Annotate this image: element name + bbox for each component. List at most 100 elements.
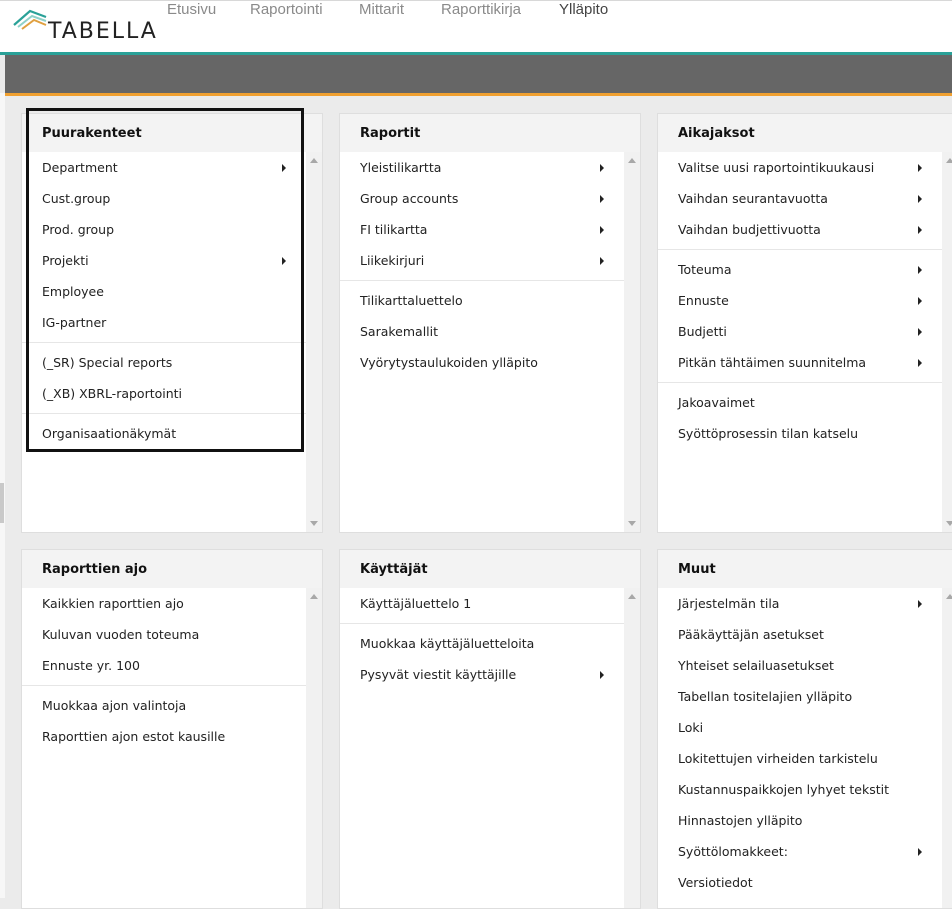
menu-item[interactable]: (_XB) XBRL-raportointi bbox=[22, 378, 322, 409]
panel-menu: Department Cust.group Prod. group Projekti E… bbox=[22, 152, 322, 449]
menu-item[interactable]: Budjetti bbox=[658, 316, 952, 347]
scroll-down-icon[interactable] bbox=[946, 521, 952, 526]
collapsed-sidebar-handle[interactable] bbox=[0, 483, 4, 523]
submenu-arrow-icon bbox=[918, 848, 922, 856]
scroll-up-icon[interactable] bbox=[628, 158, 636, 163]
menu-item[interactable]: Pysyvät viestit käyttäjille bbox=[340, 659, 640, 690]
menu-group: (_SR) Special reports (_XB) XBRL-raportoi… bbox=[22, 342, 322, 409]
menu-item[interactable]: Kaikkien raporttien ajo bbox=[22, 588, 322, 619]
menu-item[interactable]: Raporttien ajon estot kausille bbox=[22, 721, 322, 752]
nav-item-0[interactable]: Etusivu bbox=[167, 1, 216, 18]
menu-item[interactable]: Sarakemallit bbox=[340, 316, 640, 347]
menu-item[interactable]: Versiotiedot bbox=[658, 867, 952, 898]
menu-item[interactable]: Vaihdan budjettivuotta bbox=[658, 214, 952, 245]
menu-item[interactable]: Muokkaa ajon valintoja bbox=[22, 690, 322, 721]
menu-item[interactable]: FI tilikartta bbox=[340, 214, 640, 245]
menu-item[interactable]: Kuluvan vuoden toteuma bbox=[22, 619, 322, 650]
menu-item-label: Käyttäjäluettelo 1 bbox=[360, 596, 472, 611]
menu-item-label: Hinnastojen ylläpito bbox=[678, 813, 803, 828]
menu-item[interactable]: Group accounts bbox=[340, 183, 640, 214]
menu-item-label: Valitse uusi raportointikuukausi bbox=[678, 160, 875, 175]
menu-item-label: Department bbox=[42, 160, 118, 175]
menu-item-label: Vyörytystaulukoiden ylläpito bbox=[360, 355, 538, 370]
menu-item[interactable]: Pitkän tähtäimen suunnitelma bbox=[658, 347, 952, 378]
menu-group: Jakoavaimet Syöttöprosessin tilan katselu bbox=[658, 382, 952, 449]
panel-menu: Käyttäjäluettelo 1 Muokkaa käyttäjäluette… bbox=[340, 588, 640, 690]
menu-item-label: Pysyvät viestit käyttäjille bbox=[360, 667, 517, 682]
nav-item-4[interactable]: Ylläpito bbox=[559, 1, 608, 18]
menu-item-label: Syöttölomakkeet: bbox=[678, 844, 788, 859]
menu-item[interactable]: Organisaationäkymät bbox=[22, 418, 322, 449]
menu-item-label: Organisaationäkymät bbox=[42, 426, 177, 441]
panel-title: Puurakenteet bbox=[22, 114, 322, 152]
menu-item[interactable]: Prod. group bbox=[22, 214, 322, 245]
menu-item[interactable]: Järjestelmän tila bbox=[658, 588, 952, 619]
menu-item[interactable]: Yhteiset selailuasetukset bbox=[658, 650, 952, 681]
scroll-up-icon[interactable] bbox=[946, 158, 952, 163]
menu-item[interactable]: Hinnastojen ylläpito bbox=[658, 805, 952, 836]
menu-item-label: Ennuste yr. 100 bbox=[42, 658, 140, 673]
menu-group: Yleistilikartta Group accounts FI tilikart… bbox=[340, 152, 640, 276]
menu-item-label: Budjetti bbox=[678, 324, 727, 339]
menu-item[interactable]: Cust.group bbox=[22, 183, 322, 214]
menu-item-label: Muokkaa käyttäjäluetteloita bbox=[360, 636, 535, 651]
scrollbar[interactable] bbox=[306, 152, 322, 532]
scrollbar[interactable] bbox=[624, 588, 640, 908]
menu-item-label: IG-partner bbox=[42, 315, 107, 330]
menu-item-label: Toteuma bbox=[678, 262, 732, 277]
menu-group: Valitse uusi raportointikuukausi Vaihdan … bbox=[658, 152, 952, 245]
menu-item[interactable]: Liikekirjuri bbox=[340, 245, 640, 276]
menu-item[interactable]: Syöttöprosessin tilan katselu bbox=[658, 418, 952, 449]
menu-item[interactable]: Muokkaa käyttäjäluetteloita bbox=[340, 628, 640, 659]
menu-item[interactable]: Ennuste bbox=[658, 285, 952, 316]
menu-item-label: Yhteiset selailuasetukset bbox=[678, 658, 834, 673]
menu-item[interactable]: Valitse uusi raportointikuukausi bbox=[658, 152, 952, 183]
submenu-arrow-icon bbox=[282, 164, 286, 172]
menu-item-label: Tilikarttaluettelo bbox=[360, 293, 463, 308]
scroll-down-icon[interactable] bbox=[310, 521, 318, 526]
menu-item[interactable]: Vaihdan seurantavuotta bbox=[658, 183, 952, 214]
menu-item[interactable]: Käyttäjäluettelo 1 bbox=[340, 588, 640, 619]
scroll-down-icon[interactable] bbox=[628, 521, 636, 526]
scroll-up-icon[interactable] bbox=[310, 594, 318, 599]
menu-item[interactable]: IG-partner bbox=[22, 307, 322, 338]
panel-title: Aikajaksot bbox=[658, 114, 952, 152]
scrollbar[interactable] bbox=[624, 152, 640, 532]
panel-menu: Kaikkien raporttien ajo Kuluvan vuoden to… bbox=[22, 588, 322, 752]
scrollbar[interactable] bbox=[306, 588, 322, 908]
tabella-logo[interactable]: TABELLA bbox=[12, 7, 156, 47]
menu-item[interactable]: Employee bbox=[22, 276, 322, 307]
logo-text: TABELLA bbox=[48, 19, 158, 44]
menu-item[interactable]: Tilikarttaluettelo bbox=[340, 285, 640, 316]
menu-item[interactable]: Lokitettujen virheiden tarkistelu bbox=[658, 743, 952, 774]
scroll-up-icon[interactable] bbox=[628, 594, 636, 599]
scrollbar[interactable] bbox=[942, 588, 952, 908]
menu-item-label: Versiotiedot bbox=[678, 875, 753, 890]
scroll-up-icon[interactable] bbox=[946, 594, 952, 599]
menu-item[interactable]: Loki bbox=[658, 712, 952, 743]
menu-item-label: Projekti bbox=[42, 253, 89, 268]
menu-item-label: FI tilikartta bbox=[360, 222, 428, 237]
menu-item[interactable]: (_SR) Special reports bbox=[22, 347, 322, 378]
submenu-arrow-icon bbox=[918, 195, 922, 203]
scroll-up-icon[interactable] bbox=[310, 158, 318, 163]
submenu-arrow-icon bbox=[600, 257, 604, 265]
menu-group: Käyttäjäluettelo 1 bbox=[340, 588, 640, 619]
menu-item[interactable]: Projekti bbox=[22, 245, 322, 276]
menu-item[interactable]: Tabellan tositelajien ylläpito bbox=[658, 681, 952, 712]
scrollbar[interactable] bbox=[942, 152, 952, 532]
submenu-arrow-icon bbox=[918, 297, 922, 305]
menu-item-label: Pääkäyttäjän asetukset bbox=[678, 627, 824, 642]
menu-item[interactable]: Kustannuspaikkojen lyhyet tekstit bbox=[658, 774, 952, 805]
menu-item[interactable]: Pääkäyttäjän asetukset bbox=[658, 619, 952, 650]
menu-item[interactable]: Toteuma bbox=[658, 254, 952, 285]
menu-item[interactable]: Yleistilikartta bbox=[340, 152, 640, 183]
menu-item[interactable]: Ennuste yr. 100 bbox=[22, 650, 322, 681]
nav-item-3[interactable]: Raporttikirja bbox=[441, 1, 521, 18]
menu-item[interactable]: Jakoavaimet bbox=[658, 387, 952, 418]
nav-item-1[interactable]: Raportointi bbox=[250, 1, 323, 18]
menu-item[interactable]: Department bbox=[22, 152, 322, 183]
menu-item[interactable]: Syöttölomakkeet: bbox=[658, 836, 952, 867]
menu-item[interactable]: Vyörytystaulukoiden ylläpito bbox=[340, 347, 640, 378]
nav-item-2[interactable]: Mittarit bbox=[359, 1, 404, 18]
